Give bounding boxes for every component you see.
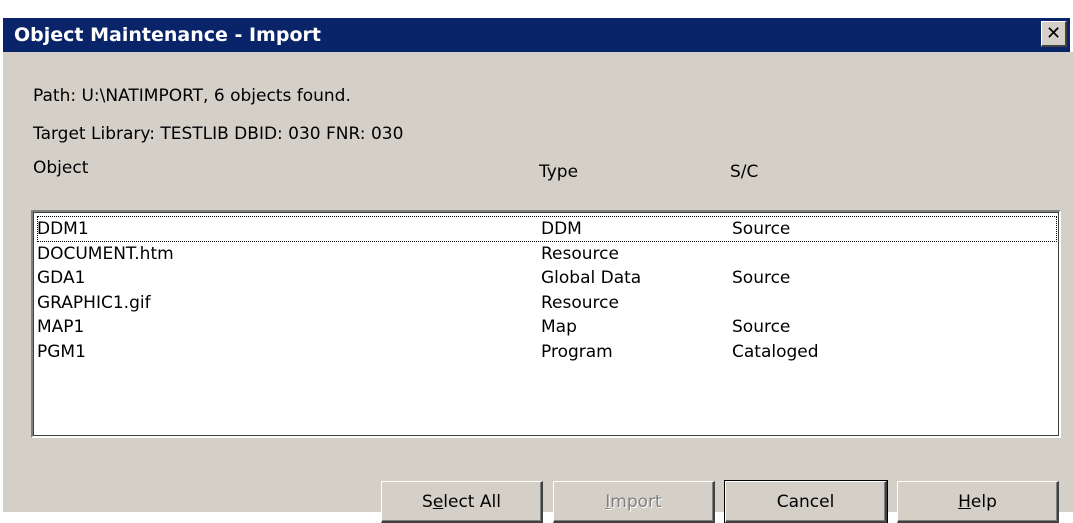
list-item[interactable]: MAP1 Map Source [37,314,1057,340]
cancel-button[interactable]: Cancel [724,480,888,523]
list-cell-object: DDM1 [37,219,89,239]
column-header-sc: S/C [730,162,759,182]
list-cell-object: MAP1 [37,317,85,337]
window-title: Object Maintenance - Import [14,24,321,46]
list-cell-type: DDM [541,219,582,239]
column-header-type: Type [539,162,579,182]
list-cell-type: Resource [541,243,619,264]
list-cell-type: Global Data [541,268,642,288]
help-label-post: elp [970,491,997,512]
import-dialog: Object Maintenance - Import ✕ Path: U:\N… [0,0,1073,523]
list-item[interactable]: GRAPHIC1.gif Resource [37,290,1057,316]
help-accelerator: H [958,491,971,512]
list-cell-sc: Cataloged [732,341,819,362]
path-label: Path: U:\NATIMPORT, 6 objects found. [33,86,351,106]
list-item[interactable]: GDA1 Global Data Source [37,265,1057,291]
object-list[interactable]: DDM1 DDM Source DOCUMENT.htm Resource GDA1 Glo… [31,210,1061,438]
list-cell-object: GDA1 [37,268,86,288]
list-cell-sc: Source [732,219,791,239]
column-header-object: Object [33,158,89,178]
select-all-label-post: lect All [443,491,501,512]
list-cell-sc: Source [732,317,791,337]
list-item[interactable]: DOCUMENT.htm Resource [37,241,1057,267]
cancel-label: Cancel [776,491,835,512]
list-cell-type: Program [541,341,613,362]
close-icon: ✕ [1045,22,1062,44]
select-all-label-pre: S [422,491,433,512]
target-library-label: Target Library: TESTLIB DBID: 030 FNR: 0… [33,124,404,144]
list-cell-type: Resource [541,292,619,313]
import-button[interactable]: Import [553,481,715,523]
list-cell-sc: Source [732,268,791,288]
list-item[interactable]: PGM1 Program Cataloged [37,339,1057,365]
help-button[interactable]: Help [897,481,1059,523]
list-cell-object: PGM1 [37,341,86,362]
list-cell-object: GRAPHIC1.gif [37,292,151,313]
close-button[interactable]: ✕ [1041,21,1067,47]
select-all-button[interactable]: Se lect All [381,481,543,523]
select-all-accelerator: e [432,491,444,512]
import-label-post: mport [610,491,662,512]
dialog-body: Path: U:\NATIMPORT, 6 objects found. Tar… [0,52,1073,523]
list-cell-object: DOCUMENT.htm [37,243,174,264]
list-item[interactable]: DDM1 DDM Source [37,216,1057,242]
list-cell-type: Map [541,317,577,337]
